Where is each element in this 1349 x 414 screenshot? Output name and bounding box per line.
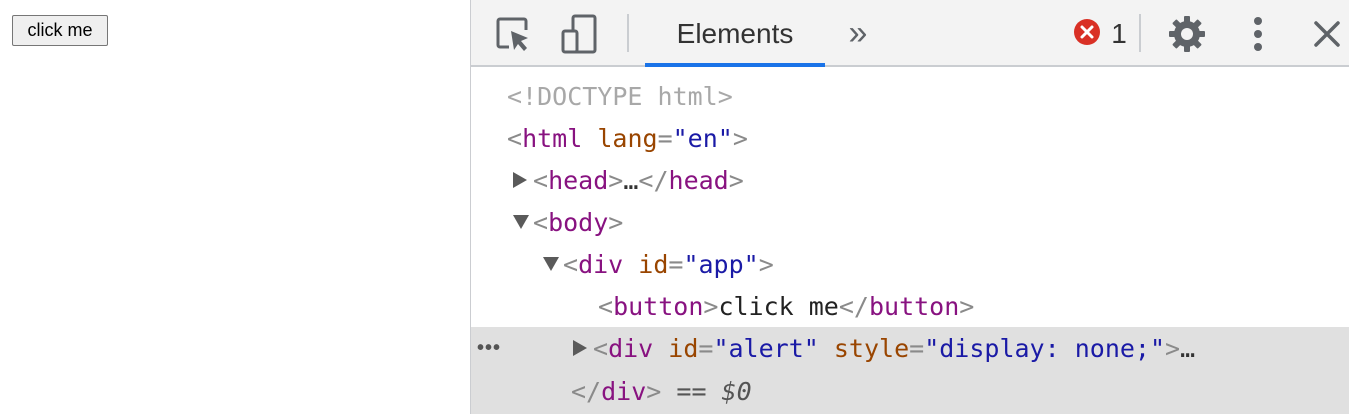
devtools-panel: Elements » 1 <!DOCTYPE html> < html lang… [470, 0, 1349, 414]
toolbar-divider [627, 14, 629, 52]
tree-node-div-close[interactable]: </div > == $0 [471, 369, 1349, 414]
collapsed-ellipsis[interactable]: … [1180, 334, 1195, 363]
attr-value: "app" [683, 249, 759, 279]
attr-name: lang [597, 123, 658, 153]
toolbar-divider [1139, 14, 1141, 52]
more-actions-dots-icon[interactable]: ••• [477, 337, 501, 360]
devtools-toolbar: Elements » 1 [471, 0, 1349, 67]
tree-node-html[interactable]: < html lang = "en" > [471, 117, 1349, 159]
collapse-arrow-icon[interactable] [543, 257, 559, 271]
collapsed-ellipsis[interactable]: … [623, 166, 638, 195]
device-toolbar-icon[interactable] [557, 12, 601, 56]
button-text-node: click me [718, 291, 839, 321]
collapse-arrow-icon[interactable] [513, 215, 529, 229]
tag-name: head [548, 165, 609, 195]
tree-node-div-app[interactable]: < div id = "app" > [471, 243, 1349, 285]
doctype-text: <!DOCTYPE html> [507, 81, 733, 111]
selected-node-marker: == $0 [676, 377, 752, 406]
tag-name: body [548, 207, 609, 237]
tag-name: div [578, 249, 624, 279]
error-counter[interactable]: 1 [1069, 14, 1131, 54]
dom-tree: <!DOCTYPE html> < html lang = "en" > < head >…… [471, 67, 1349, 414]
inspect-element-icon[interactable] [491, 14, 535, 54]
attr-value: "en" [672, 123, 733, 153]
tab-elements[interactable]: Elements [645, 0, 825, 67]
gear-icon[interactable] [1165, 12, 1209, 56]
tag-name: div [608, 333, 654, 363]
tag-name: html [522, 123, 583, 153]
tree-node-head[interactable]: < head >… </head > [471, 159, 1349, 201]
attr-value: "display: none;" [924, 333, 1166, 363]
attr-name: id [638, 249, 669, 279]
attr-value: "alert" [713, 333, 819, 363]
tree-node-button[interactable]: < button > click me </button > [471, 285, 1349, 327]
tag-name: button [868, 291, 960, 321]
close-icon[interactable] [1307, 14, 1347, 54]
click-me-button[interactable]: click me [12, 15, 108, 46]
tree-node-div-alert-selected[interactable]: ••• < div id = "alert" style = "display: none… [471, 327, 1349, 369]
error-count: 1 [1111, 18, 1127, 49]
more-tabs-chevron-icon[interactable]: » [841, 14, 875, 52]
error-icon [1073, 18, 1101, 51]
page-viewport: click me [0, 0, 470, 414]
tag-name: head [668, 165, 729, 195]
tag-name: div [601, 377, 647, 406]
expand-arrow-icon[interactable] [573, 340, 587, 356]
tree-node-doctype[interactable]: <!DOCTYPE html> [471, 75, 1349, 117]
tree-node-body[interactable]: < body > [471, 201, 1349, 243]
tag-name: button [613, 291, 704, 321]
kebab-menu-icon[interactable] [1241, 12, 1275, 56]
expand-arrow-icon[interactable] [513, 172, 527, 188]
attr-name: id [668, 333, 699, 363]
attr-name: style [833, 333, 910, 363]
